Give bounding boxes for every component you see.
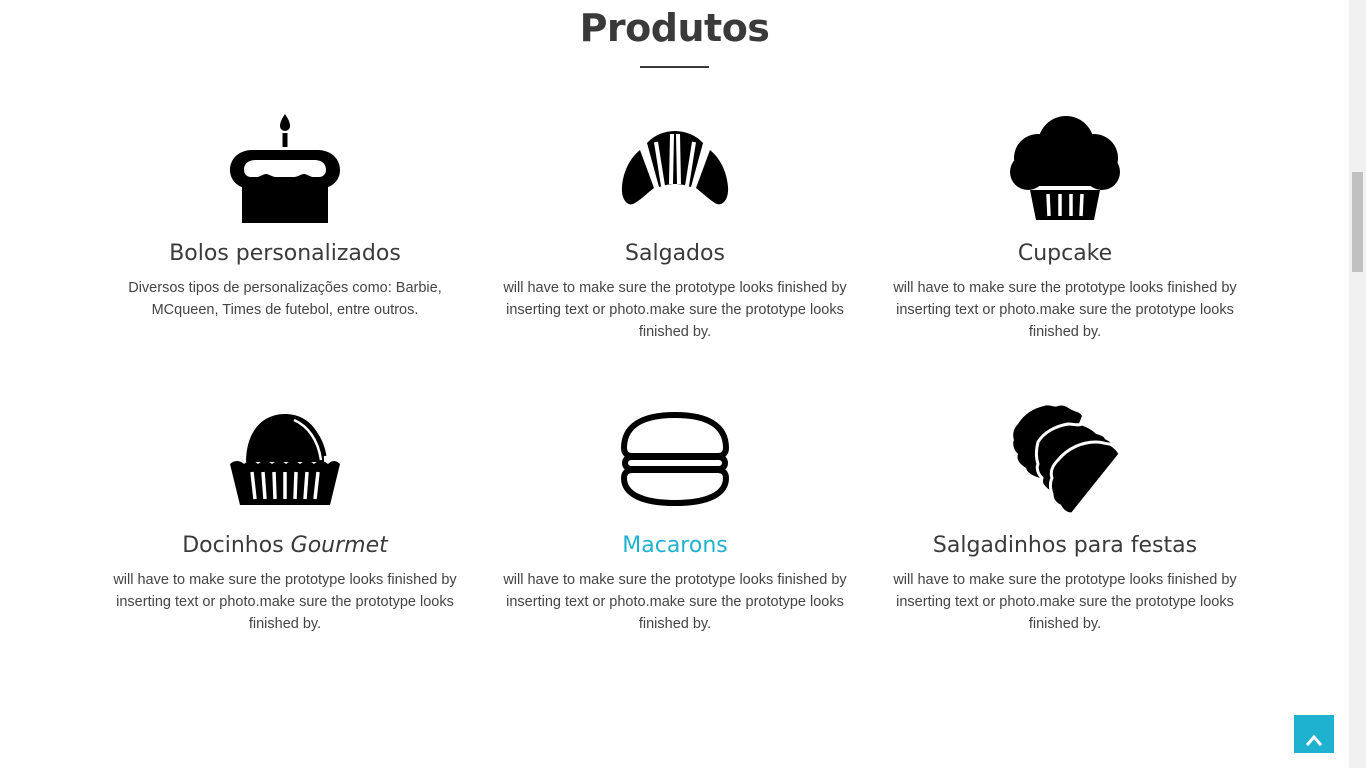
cake-icon	[230, 112, 340, 224]
product-card-macarons: Macarons will have to make sure the prot…	[495, 404, 855, 635]
empanada-icon	[1010, 404, 1120, 516]
product-card-salgadinhos: Salgadinhos para festas will have to mak…	[885, 404, 1245, 635]
product-description: will have to make sure the prototype loo…	[893, 572, 1237, 632]
scrollbar-thumb[interactable]	[1352, 172, 1363, 272]
section-title: Produtos	[579, 6, 770, 50]
product-name[interactable]: Salgadinhos para festas	[885, 532, 1245, 560]
product-card-salgados: Salgados will have to make sure the prot…	[495, 112, 855, 343]
product-description: will have to make sure the prototype loo…	[113, 572, 457, 632]
product-description: Diversos tipos de personalizações como: …	[128, 280, 442, 318]
title-divider	[640, 66, 709, 68]
cupcake-icon	[1010, 112, 1120, 224]
product-description: will have to make sure the prototype loo…	[503, 280, 847, 340]
chevron-up-icon	[1306, 734, 1322, 746]
product-name[interactable]: Cupcake	[885, 240, 1245, 268]
product-name-main: Docinhos	[182, 533, 291, 558]
product-card-docinhos: Docinhos Gourmet will have to make sure …	[105, 404, 465, 635]
product-description: will have to make sure the prototype loo…	[893, 280, 1237, 340]
product-card-bolos: Bolos personalizados Diversos tipos de p…	[105, 112, 465, 321]
page-scrollbar[interactable]	[1349, 0, 1366, 768]
product-card-cupcake: Cupcake will have to make sure the proto…	[885, 112, 1245, 343]
product-name[interactable]: Macarons	[495, 532, 855, 560]
croissant-icon	[620, 112, 730, 224]
back-to-top-button[interactable]	[1294, 715, 1334, 753]
product-name[interactable]: Salgados	[495, 240, 855, 268]
products-page: Produtos Bolos personalizados Diversos t…	[0, 0, 1366, 768]
product-description: will have to make sure the prototype loo…	[503, 572, 847, 632]
product-name[interactable]: Docinhos Gourmet	[105, 532, 465, 560]
bonbon-icon	[230, 404, 340, 516]
product-name[interactable]: Bolos personalizados	[105, 240, 465, 268]
macaron-icon	[620, 404, 730, 516]
product-name-italic: Gourmet	[290, 533, 388, 558]
